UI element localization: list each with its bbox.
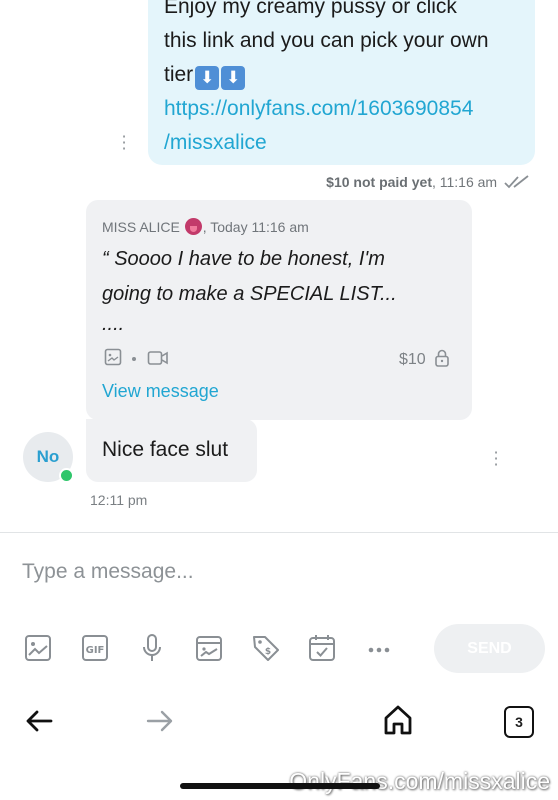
incoming-more-options-icon[interactable]: · · · xyxy=(486,445,506,473)
quoted-media-icons xyxy=(104,348,169,371)
double-check-icon xyxy=(504,175,529,189)
price-status: $10 not paid yet xyxy=(326,174,432,190)
back-arrow-icon[interactable] xyxy=(24,707,54,735)
svg-text:$: $ xyxy=(265,647,271,657)
outgoing-line-2: this link and you can pick your own xyxy=(164,29,489,52)
watermark: OnlyFans.com/missxalice xyxy=(289,768,550,794)
vault-icon[interactable] xyxy=(193,632,225,664)
message-input[interactable]: Type a message... xyxy=(22,560,194,584)
video-icon xyxy=(147,351,168,365)
separator-dot xyxy=(132,357,137,361)
outgoing-message-text: Enjoy my creamy pussy or click this link… xyxy=(164,0,524,160)
incoming-message-text: Nice face slut xyxy=(102,438,229,461)
price-tag-icon[interactable]: $ xyxy=(250,632,282,664)
online-status-dot xyxy=(59,468,74,483)
profile-link[interactable]: https://onlyfans.com/1603690854 /missxal… xyxy=(164,92,524,160)
forward-arrow-icon[interactable] xyxy=(145,707,175,735)
tab-count-button[interactable]: 3 xyxy=(504,706,534,738)
lock-icon xyxy=(435,349,449,367)
microphone-icon[interactable] xyxy=(136,632,168,664)
image-icon xyxy=(104,348,122,366)
quoted-time: , Today 11:16 am xyxy=(202,219,309,235)
image-icon[interactable] xyxy=(22,632,54,664)
gif-icon[interactable]: GIF xyxy=(79,632,111,664)
tongue-emoji-icon xyxy=(184,218,202,235)
outgoing-time: , 11:16 am xyxy=(431,174,498,190)
schedule-calendar-icon[interactable] xyxy=(306,632,338,664)
down-arrow-emoji-icon: ⬇ xyxy=(221,66,246,90)
incoming-time: 12:11 pm xyxy=(90,492,148,508)
view-message-link[interactable]: View message xyxy=(102,381,219,402)
outgoing-more-options-icon[interactable]: · · · xyxy=(114,129,134,157)
svg-text:GIF: GIF xyxy=(86,645,105,656)
home-icon[interactable] xyxy=(383,704,413,736)
outgoing-meta: $10 not paid yet, 11:16 am xyxy=(326,174,530,190)
outgoing-line-3: tier ⬇ ⬇ xyxy=(164,58,524,92)
quoted-body: “ Soooo I have to be honest, I'm going t… xyxy=(102,248,397,335)
locked-price: $10 xyxy=(399,349,450,369)
more-options-icon[interactable] xyxy=(363,632,395,664)
outgoing-line-1: Enjoy my creamy pussy or click xyxy=(164,0,457,18)
home-indicator[interactable] xyxy=(180,783,380,789)
send-button[interactable]: SEND xyxy=(434,624,545,673)
quoted-header: MISS ALICE , Today 11:16 am xyxy=(102,218,309,235)
down-arrow-emoji-icon: ⬇ xyxy=(195,66,220,90)
composer-divider xyxy=(0,532,558,533)
quoted-sender: MISS ALICE xyxy=(102,219,180,235)
